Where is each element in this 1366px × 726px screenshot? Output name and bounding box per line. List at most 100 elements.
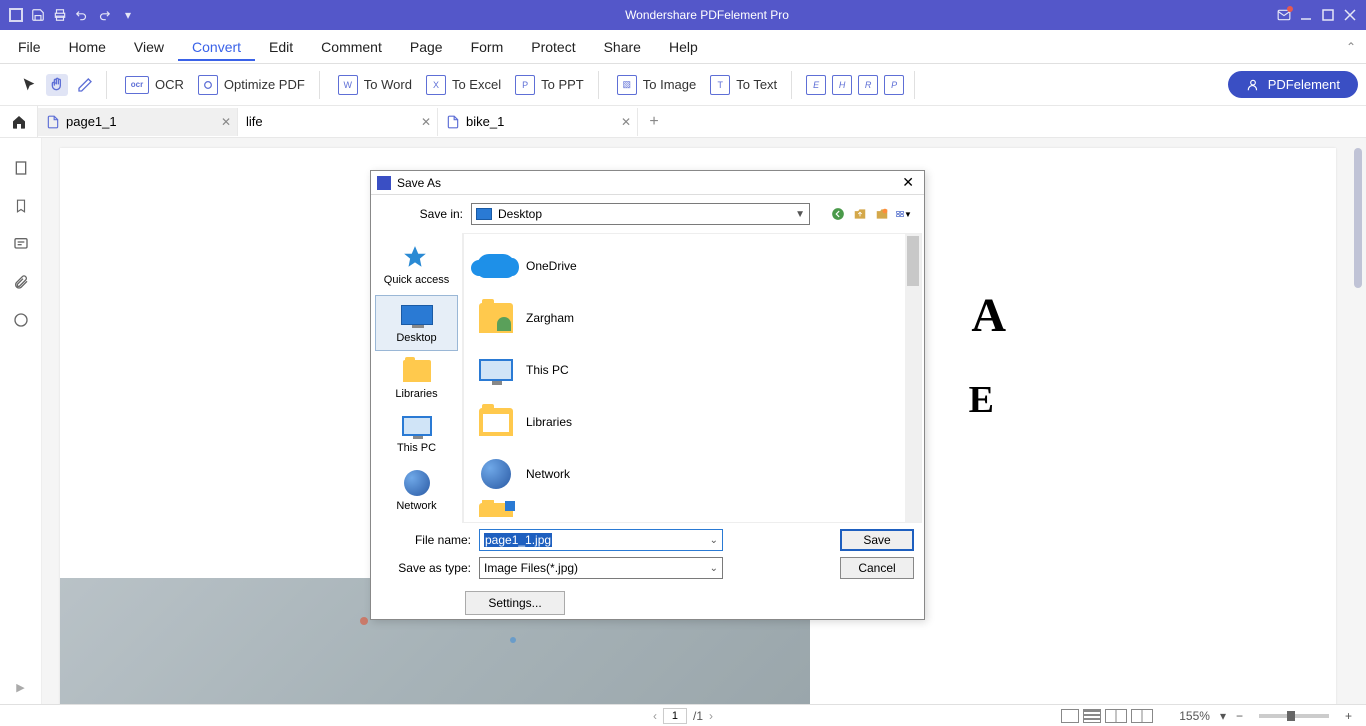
tab-close-icon[interactable]: ✕ (421, 115, 431, 129)
place-this-pc[interactable]: This PC (375, 409, 458, 461)
back-nav-icon[interactable] (830, 206, 846, 222)
place-libraries[interactable]: Libraries (375, 353, 458, 407)
file-name-label: File name: (381, 533, 471, 547)
quick-access-dropdown-icon[interactable]: ▾ (116, 5, 140, 25)
thumbnails-icon[interactable] (11, 158, 31, 178)
menu-page[interactable]: Page (396, 33, 457, 61)
file-item-onedrive[interactable]: OneDrive (470, 240, 915, 292)
menu-convert[interactable]: Convert (178, 33, 255, 61)
pdfelement-account-button[interactable]: PDFelement (1228, 71, 1358, 98)
file-item-libraries[interactable]: Libraries (470, 396, 915, 448)
file-label: This PC (526, 363, 569, 377)
menu-protect[interactable]: Protect (517, 33, 589, 61)
search-panel-icon[interactable] (11, 310, 31, 330)
up-folder-icon[interactable] (852, 206, 868, 222)
attachments-icon[interactable] (11, 272, 31, 292)
optimize-pdf-button[interactable]: Optimize PDF (194, 73, 309, 97)
to-ppt-label: To PPT (541, 77, 584, 92)
to-epub-icon[interactable]: E (806, 75, 826, 95)
libraries-icon (479, 408, 513, 436)
select-tool-icon[interactable] (18, 74, 40, 96)
expand-sidebar-icon[interactable]: ▶ (16, 681, 24, 694)
file-item-user[interactable]: Zargham (470, 292, 915, 344)
menu-home[interactable]: Home (55, 33, 120, 61)
print-icon[interactable] (50, 5, 70, 25)
zoom-dropdown-icon[interactable]: ▾ (1220, 709, 1226, 723)
view-single-icon[interactable] (1061, 709, 1079, 723)
save-icon[interactable] (28, 5, 48, 25)
view-grid-icon[interactable] (1131, 709, 1153, 723)
maximize-icon[interactable] (1318, 5, 1338, 25)
to-rtf-icon[interactable]: R (858, 75, 878, 95)
view-two-page-icon[interactable] (1105, 709, 1127, 723)
place-network[interactable]: Network (375, 463, 458, 519)
vertical-scrollbar[interactable] (1354, 148, 1362, 288)
to-other-icon[interactable]: P (884, 75, 904, 95)
ocr-button[interactable]: ocrOCR (121, 74, 188, 96)
undo-icon[interactable] (72, 5, 92, 25)
redo-icon[interactable] (94, 5, 114, 25)
ribbon-toolbar: ocrOCR Optimize PDF WTo Word XTo Excel P… (0, 64, 1366, 106)
file-list[interactable]: OneDrive Zargham This PC Libraries Netwo… (463, 233, 922, 523)
to-html-icon[interactable]: H (832, 75, 852, 95)
save-in-dropdown[interactable]: Desktop ▼ (471, 203, 810, 225)
view-continuous-icon[interactable] (1083, 709, 1101, 723)
menu-edit[interactable]: Edit (255, 33, 307, 61)
place-desktop[interactable]: Desktop (375, 295, 458, 351)
menu-view[interactable]: View (120, 33, 178, 61)
to-excel-button[interactable]: XTo Excel (422, 73, 505, 97)
chevron-down-icon[interactable]: ⌄ (710, 535, 718, 546)
menu-file[interactable]: File (4, 33, 55, 61)
bookmarks-icon[interactable] (11, 196, 31, 216)
to-image-button[interactable]: ▧To Image (613, 73, 700, 97)
to-text-button[interactable]: TTo Text (706, 73, 781, 97)
mail-icon[interactable] (1274, 5, 1294, 25)
comments-icon[interactable] (11, 234, 31, 254)
home-tab-button[interactable] (0, 106, 38, 138)
minimize-icon[interactable] (1296, 5, 1316, 25)
tab-page1-1[interactable]: page1_1 ✕ (38, 108, 238, 136)
menu-comment[interactable]: Comment (307, 33, 396, 61)
to-ppt-button[interactable]: PTo PPT (511, 73, 588, 97)
file-list-scrollbar[interactable] (905, 234, 921, 522)
dialog-title: Save As (397, 176, 441, 190)
save-button[interactable]: Save (840, 529, 914, 551)
to-word-button[interactable]: WTo Word (334, 73, 416, 97)
zoom-out-icon[interactable]: − (1230, 709, 1249, 723)
file-item-network[interactable]: Network (470, 448, 915, 500)
menu-share[interactable]: Share (590, 33, 655, 61)
tab-close-icon[interactable]: ✕ (621, 115, 631, 129)
file-label: Zargham (526, 311, 574, 325)
hand-tool-icon[interactable] (46, 74, 68, 96)
collapse-ribbon-icon[interactable]: ⌃ (1346, 40, 1356, 54)
tab-life[interactable]: life ✕ (238, 108, 438, 136)
prev-page-icon[interactable]: ‹ (653, 709, 657, 723)
add-tab-button[interactable]: + (638, 113, 662, 131)
menu-bar: File Home View Convert Edit Comment Page… (0, 30, 1366, 64)
settings-button[interactable]: Settings... (465, 591, 565, 615)
new-folder-icon[interactable] (874, 206, 890, 222)
dialog-titlebar[interactable]: Save As ✕ (371, 171, 924, 195)
next-page-icon[interactable]: › (709, 709, 713, 723)
file-item-this-pc[interactable]: This PC (470, 344, 915, 396)
pdfelement-label: PDFelement (1268, 77, 1340, 92)
file-name-input[interactable]: page1_1.jpg ⌄ (479, 529, 723, 551)
menu-form[interactable]: Form (457, 33, 518, 61)
page-number-input[interactable] (663, 708, 687, 724)
tab-label: page1_1 (66, 114, 117, 129)
cancel-button[interactable]: Cancel (840, 557, 914, 579)
menu-help[interactable]: Help (655, 33, 712, 61)
dialog-close-icon[interactable]: ✕ (898, 174, 918, 191)
save-type-dropdown[interactable]: Image Files(*.jpg) ⌄ (479, 557, 723, 579)
tab-close-icon[interactable]: ✕ (221, 115, 231, 129)
edit-tool-icon[interactable] (74, 74, 96, 96)
chevron-down-icon[interactable]: ⌄ (710, 563, 718, 574)
tab-bike-1[interactable]: bike_1 ✕ (438, 108, 638, 136)
view-menu-icon[interactable]: ▼ (896, 206, 912, 222)
save-type-value: Image Files(*.jpg) (484, 561, 578, 575)
zoom-in-icon[interactable]: + (1339, 709, 1358, 723)
close-window-icon[interactable] (1340, 5, 1360, 25)
zoom-slider[interactable] (1259, 714, 1329, 718)
place-quick-access[interactable]: Quick access (375, 237, 458, 293)
file-item-partial[interactable] (470, 500, 915, 518)
